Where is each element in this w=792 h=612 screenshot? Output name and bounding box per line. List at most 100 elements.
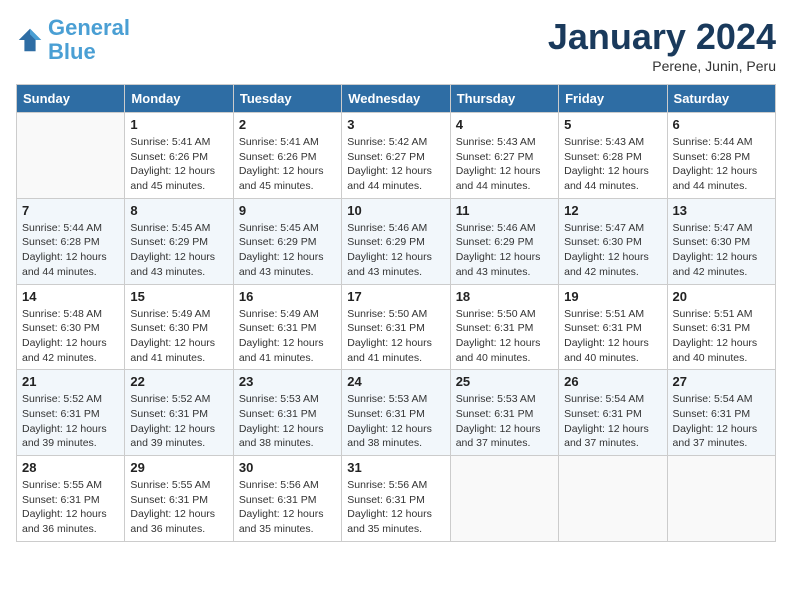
week-row-3: 14 Sunrise: 5:48 AMSunset: 6:30 PMDayligh… xyxy=(17,284,776,370)
day-info: Sunrise: 5:44 AMSunset: 6:28 PMDaylight:… xyxy=(673,135,770,194)
calendar-cell: 12 Sunrise: 5:47 AMSunset: 6:30 PMDayligh… xyxy=(559,198,667,284)
day-info: Sunrise: 5:48 AMSunset: 6:30 PMDaylight:… xyxy=(22,307,119,366)
week-row-4: 21 Sunrise: 5:52 AMSunset: 6:31 PMDayligh… xyxy=(17,370,776,456)
day-info: Sunrise: 5:47 AMSunset: 6:30 PMDaylight:… xyxy=(564,221,661,280)
column-header-sunday: Sunday xyxy=(17,85,125,113)
page-header: General Blue January 2024 Perene, Junin,… xyxy=(16,16,776,74)
day-number: 11 xyxy=(456,203,553,218)
day-info: Sunrise: 5:49 AMSunset: 6:31 PMDaylight:… xyxy=(239,307,336,366)
day-info: Sunrise: 5:54 AMSunset: 6:31 PMDaylight:… xyxy=(673,392,770,451)
column-header-tuesday: Tuesday xyxy=(233,85,341,113)
day-number: 5 xyxy=(564,117,661,132)
day-number: 25 xyxy=(456,374,553,389)
day-info: Sunrise: 5:44 AMSunset: 6:28 PMDaylight:… xyxy=(22,221,119,280)
day-info: Sunrise: 5:43 AMSunset: 6:28 PMDaylight:… xyxy=(564,135,661,194)
day-number: 24 xyxy=(347,374,444,389)
day-info: Sunrise: 5:53 AMSunset: 6:31 PMDaylight:… xyxy=(347,392,444,451)
day-number: 19 xyxy=(564,289,661,304)
title-block: January 2024 Perene, Junin, Peru xyxy=(548,16,776,74)
column-header-saturday: Saturday xyxy=(667,85,775,113)
day-info: Sunrise: 5:41 AMSunset: 6:26 PMDaylight:… xyxy=(130,135,227,194)
day-info: Sunrise: 5:50 AMSunset: 6:31 PMDaylight:… xyxy=(347,307,444,366)
location-subtitle: Perene, Junin, Peru xyxy=(548,58,776,74)
logo-line2: Blue xyxy=(48,39,96,64)
calendar-cell: 29 Sunrise: 5:55 AMSunset: 6:31 PMDayligh… xyxy=(125,456,233,542)
day-info: Sunrise: 5:51 AMSunset: 6:31 PMDaylight:… xyxy=(673,307,770,366)
day-number: 2 xyxy=(239,117,336,132)
day-info: Sunrise: 5:52 AMSunset: 6:31 PMDaylight:… xyxy=(130,392,227,451)
day-number: 4 xyxy=(456,117,553,132)
day-number: 14 xyxy=(22,289,119,304)
day-number: 18 xyxy=(456,289,553,304)
calendar-cell: 6 Sunrise: 5:44 AMSunset: 6:28 PMDaylight… xyxy=(667,113,775,199)
calendar-cell: 9Sunrise: 5:45 AMSunset: 6:29 PMDaylight… xyxy=(233,198,341,284)
day-number: 10 xyxy=(347,203,444,218)
day-number: 28 xyxy=(22,460,119,475)
calendar-cell xyxy=(17,113,125,199)
day-number: 16 xyxy=(239,289,336,304)
column-header-friday: Friday xyxy=(559,85,667,113)
calendar-cell: 11 Sunrise: 5:46 AMSunset: 6:29 PMDayligh… xyxy=(450,198,558,284)
day-info: Sunrise: 5:55 AMSunset: 6:31 PMDaylight:… xyxy=(130,478,227,537)
day-number: 13 xyxy=(673,203,770,218)
day-number: 26 xyxy=(564,374,661,389)
day-number: 6 xyxy=(673,117,770,132)
calendar-cell: 28 Sunrise: 5:55 AMSunset: 6:31 PMDayligh… xyxy=(17,456,125,542)
header-row: SundayMondayTuesdayWednesdayThursdayFrid… xyxy=(17,85,776,113)
day-number: 3 xyxy=(347,117,444,132)
calendar-cell: 14 Sunrise: 5:48 AMSunset: 6:30 PMDayligh… xyxy=(17,284,125,370)
calendar-cell: 13 Sunrise: 5:47 AMSunset: 6:30 PMDayligh… xyxy=(667,198,775,284)
calendar-cell: 7 Sunrise: 5:44 AMSunset: 6:28 PMDaylight… xyxy=(17,198,125,284)
day-info: Sunrise: 5:49 AMSunset: 6:30 PMDaylight:… xyxy=(130,307,227,366)
calendar-cell: 16 Sunrise: 5:49 AMSunset: 6:31 PMDayligh… xyxy=(233,284,341,370)
calendar-cell: 25 Sunrise: 5:53 AMSunset: 6:31 PMDayligh… xyxy=(450,370,558,456)
day-info: Sunrise: 5:46 AMSunset: 6:29 PMDaylight:… xyxy=(347,221,444,280)
calendar-cell: 18Sunrise: 5:50 AMSunset: 6:31 PMDayligh… xyxy=(450,284,558,370)
calendar-cell xyxy=(667,456,775,542)
calendar-cell: 8Sunrise: 5:45 AMSunset: 6:29 PMDaylight… xyxy=(125,198,233,284)
day-number: 12 xyxy=(564,203,661,218)
week-row-2: 7 Sunrise: 5:44 AMSunset: 6:28 PMDaylight… xyxy=(17,198,776,284)
day-number: 15 xyxy=(130,289,227,304)
calendar-cell: 17Sunrise: 5:50 AMSunset: 6:31 PMDayligh… xyxy=(342,284,450,370)
calendar-cell: 20 Sunrise: 5:51 AMSunset: 6:31 PMDayligh… xyxy=(667,284,775,370)
day-number: 1 xyxy=(130,117,227,132)
calendar-cell: 31 Sunrise: 5:56 AMSunset: 6:31 PMDayligh… xyxy=(342,456,450,542)
calendar-cell: 19 Sunrise: 5:51 AMSunset: 6:31 PMDayligh… xyxy=(559,284,667,370)
day-info: Sunrise: 5:53 AMSunset: 6:31 PMDaylight:… xyxy=(239,392,336,451)
day-info: Sunrise: 5:47 AMSunset: 6:30 PMDaylight:… xyxy=(673,221,770,280)
calendar-table: SundayMondayTuesdayWednesdayThursdayFrid… xyxy=(16,84,776,542)
day-number: 30 xyxy=(239,460,336,475)
calendar-cell: 21Sunrise: 5:52 AMSunset: 6:31 PMDayligh… xyxy=(17,370,125,456)
logo-line1: General xyxy=(48,15,130,40)
logo-icon xyxy=(16,26,44,54)
calendar-cell: 23Sunrise: 5:53 AMSunset: 6:31 PMDayligh… xyxy=(233,370,341,456)
day-number: 29 xyxy=(130,460,227,475)
day-number: 27 xyxy=(673,374,770,389)
day-number: 21 xyxy=(22,374,119,389)
month-title: January 2024 xyxy=(548,16,776,58)
day-info: Sunrise: 5:41 AMSunset: 6:26 PMDaylight:… xyxy=(239,135,336,194)
calendar-cell: 1 Sunrise: 5:41 AMSunset: 6:26 PMDaylight… xyxy=(125,113,233,199)
calendar-cell xyxy=(559,456,667,542)
calendar-cell: 4Sunrise: 5:43 AMSunset: 6:27 PMDaylight… xyxy=(450,113,558,199)
column-header-thursday: Thursday xyxy=(450,85,558,113)
calendar-cell: 10 Sunrise: 5:46 AMSunset: 6:29 PMDayligh… xyxy=(342,198,450,284)
day-info: Sunrise: 5:55 AMSunset: 6:31 PMDaylight:… xyxy=(22,478,119,537)
calendar-cell: 30Sunrise: 5:56 AMSunset: 6:31 PMDayligh… xyxy=(233,456,341,542)
calendar-cell: 27 Sunrise: 5:54 AMSunset: 6:31 PMDayligh… xyxy=(667,370,775,456)
day-info: Sunrise: 5:51 AMSunset: 6:31 PMDaylight:… xyxy=(564,307,661,366)
day-number: 7 xyxy=(22,203,119,218)
day-number: 20 xyxy=(673,289,770,304)
day-info: Sunrise: 5:46 AMSunset: 6:29 PMDaylight:… xyxy=(456,221,553,280)
day-info: Sunrise: 5:42 AMSunset: 6:27 PMDaylight:… xyxy=(347,135,444,194)
day-info: Sunrise: 5:56 AMSunset: 6:31 PMDaylight:… xyxy=(347,478,444,537)
logo: General Blue xyxy=(16,16,130,64)
day-info: Sunrise: 5:53 AMSunset: 6:31 PMDaylight:… xyxy=(456,392,553,451)
calendar-cell xyxy=(450,456,558,542)
week-row-1: 1 Sunrise: 5:41 AMSunset: 6:26 PMDaylight… xyxy=(17,113,776,199)
day-number: 31 xyxy=(347,460,444,475)
day-number: 8 xyxy=(130,203,227,218)
calendar-cell: 22 Sunrise: 5:52 AMSunset: 6:31 PMDayligh… xyxy=(125,370,233,456)
day-number: 22 xyxy=(130,374,227,389)
